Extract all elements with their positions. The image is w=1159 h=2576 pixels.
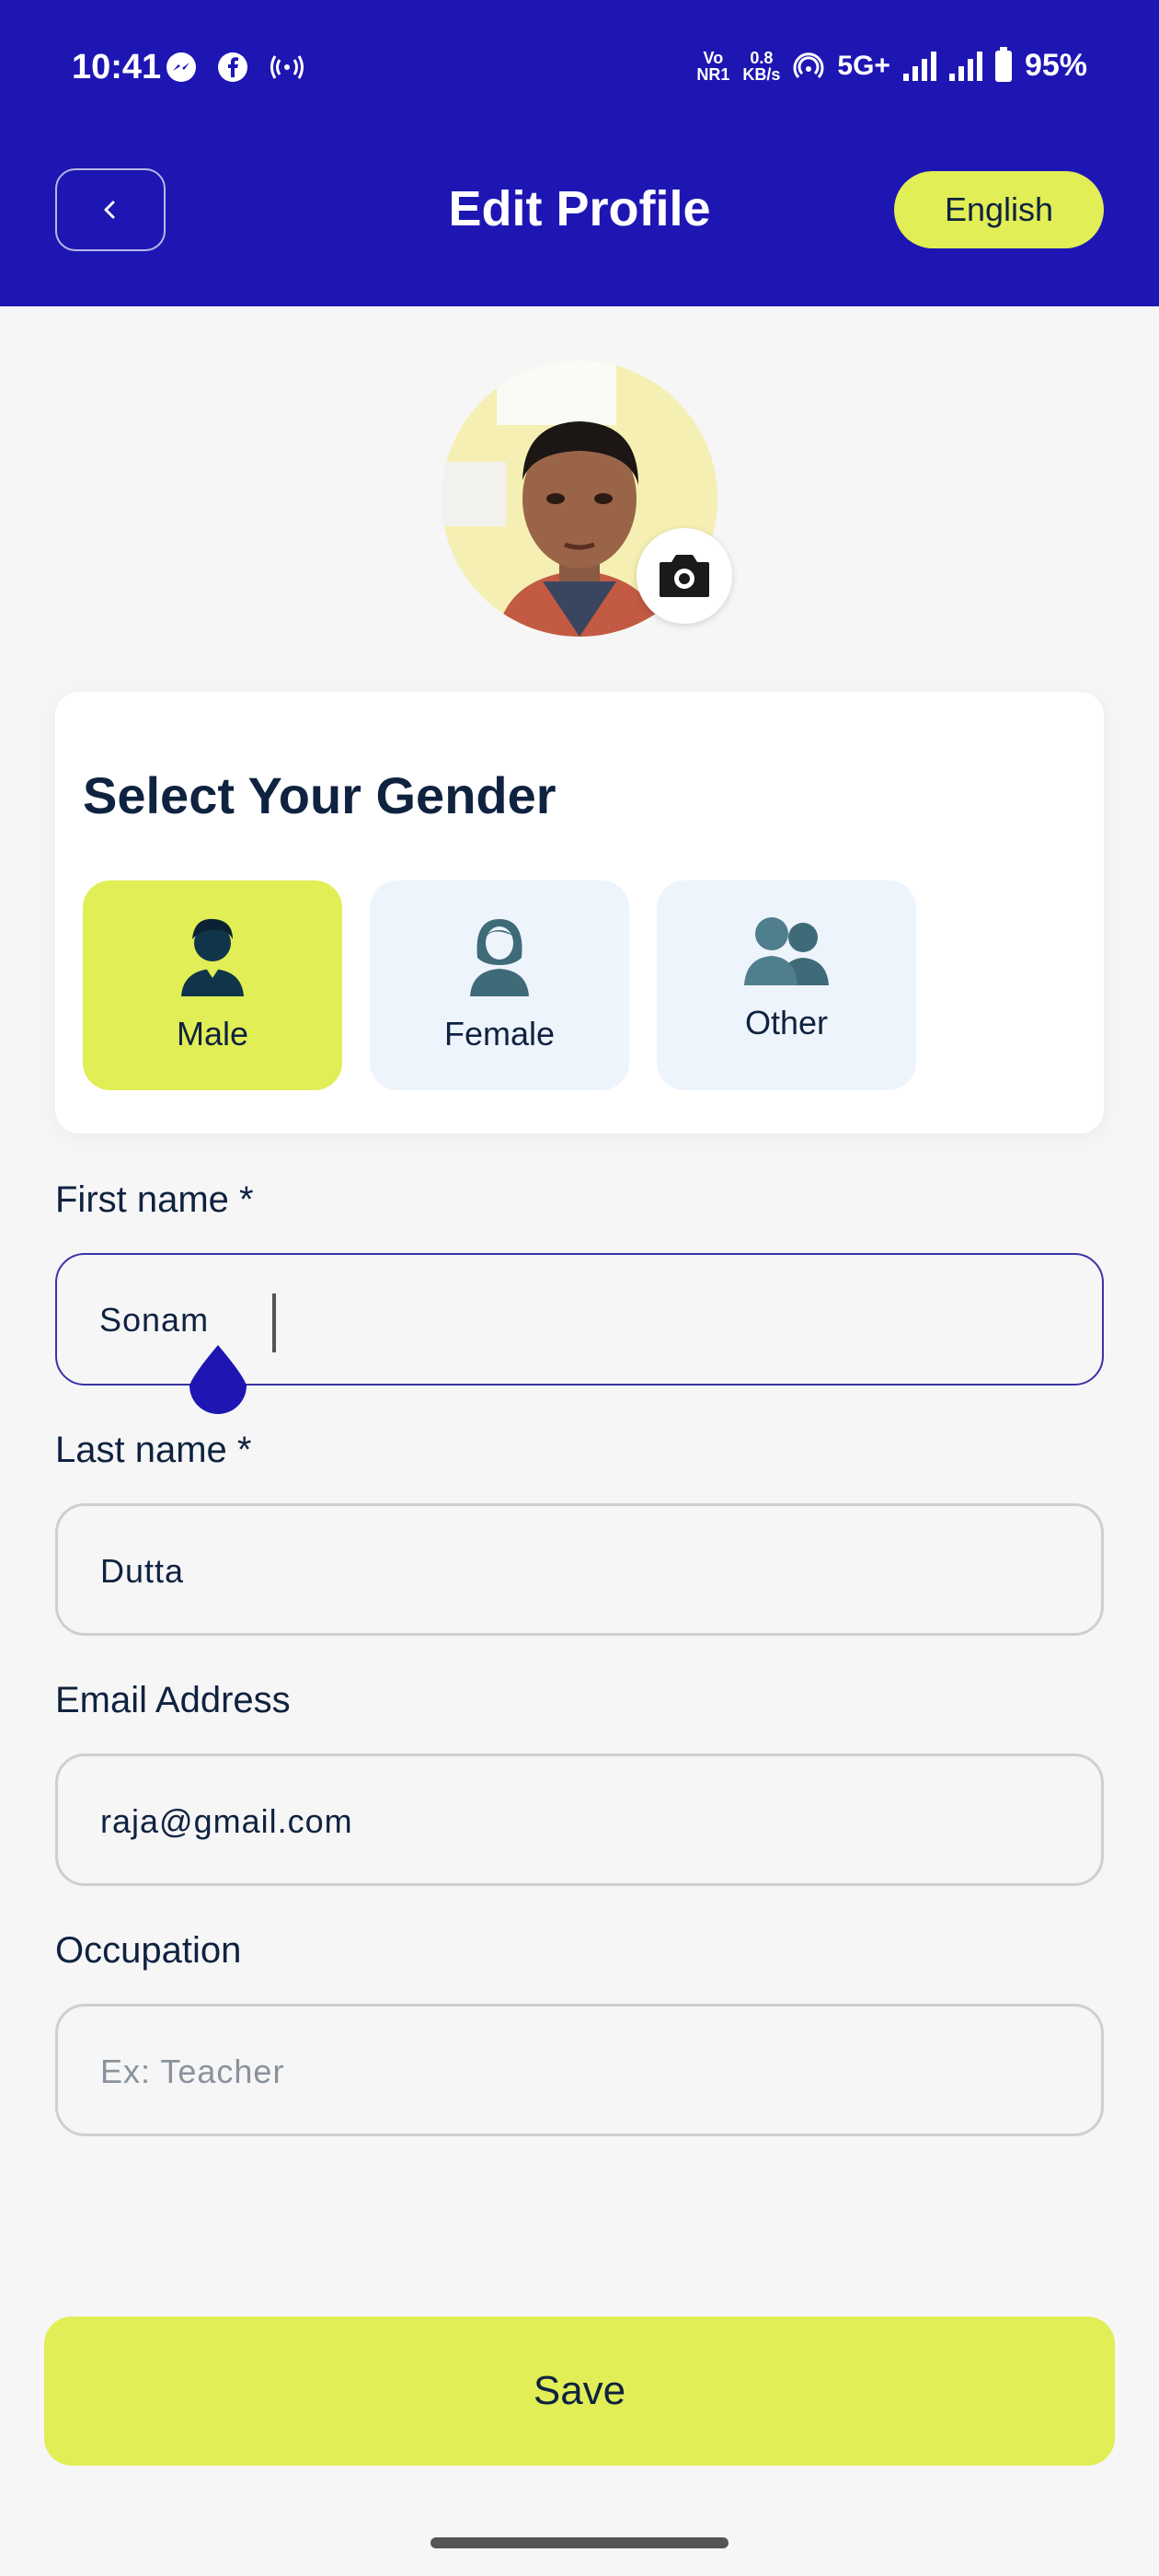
female-person-icon — [470, 919, 529, 996]
last-name-label: Last name * — [55, 1430, 252, 1470]
save-button[interactable]: Save — [44, 2317, 1115, 2466]
change-photo-button[interactable] — [637, 528, 732, 624]
status-time: 10:41 — [72, 48, 162, 86]
text-caret — [272, 1294, 276, 1352]
group-people-icon — [744, 917, 829, 985]
occupation-field[interactable]: Ex: Teacher — [55, 2004, 1104, 2136]
last-name-field[interactable]: Dutta — [55, 1503, 1104, 1636]
occupation-label: Occupation — [55, 1930, 242, 1971]
battery-icon — [994, 46, 1012, 82]
profile-photo[interactable] — [442, 361, 732, 637]
gender-card: Select Your Gender Male Female Other — [55, 692, 1104, 1133]
gender-label-female: Female — [443, 1015, 556, 1052]
network-speed: 0.8 KB/s — [742, 48, 781, 84]
facebook-icon — [218, 52, 247, 82]
first-name-label: First name * — [55, 1179, 254, 1220]
hotspot-icon — [270, 55, 304, 79]
hotspot-signal-icon — [793, 52, 824, 78]
net-type: 5G+ — [837, 50, 890, 81]
gender-option-male[interactable]: Male — [83, 880, 342, 1090]
volte-indicator: Vo NR1 — [696, 48, 730, 84]
last-name-value: Dutta — [100, 1552, 185, 1590]
gender-option-female[interactable]: Female — [370, 880, 629, 1090]
gender-option-other[interactable]: Other — [657, 880, 916, 1090]
gender-label-other: Other — [744, 1004, 829, 1041]
email-label: Email Address — [55, 1680, 291, 1720]
home-indicator[interactable] — [430, 2537, 729, 2548]
first-name-value: Sonam — [99, 1301, 210, 1339]
gender-section-title: Select Your Gender — [83, 766, 557, 824]
email-field[interactable]: raja@gmail.com — [55, 1754, 1104, 1886]
app-header: 10:41 Vo NR1 0.8 KB/s 5G+ 95% Edit Profi… — [0, 0, 1159, 306]
gender-label-male: Male — [176, 1015, 249, 1052]
occupation-placeholder: Ex: Teacher — [100, 2053, 285, 2090]
battery-percent: 95% — [1024, 48, 1087, 83]
signal-icon — [948, 51, 982, 81]
language-button[interactable]: English — [894, 171, 1104, 248]
status-bar: 10:41 Vo NR1 0.8 KB/s 5G+ 95% — [0, 0, 1159, 138]
camera-icon — [660, 555, 709, 597]
signal-icon — [902, 51, 936, 81]
email-value: raja@gmail.com — [100, 1802, 353, 1840]
text-selection-handle[interactable] — [188, 1343, 248, 1417]
male-person-icon — [181, 918, 244, 996]
messenger-icon — [166, 52, 196, 82]
